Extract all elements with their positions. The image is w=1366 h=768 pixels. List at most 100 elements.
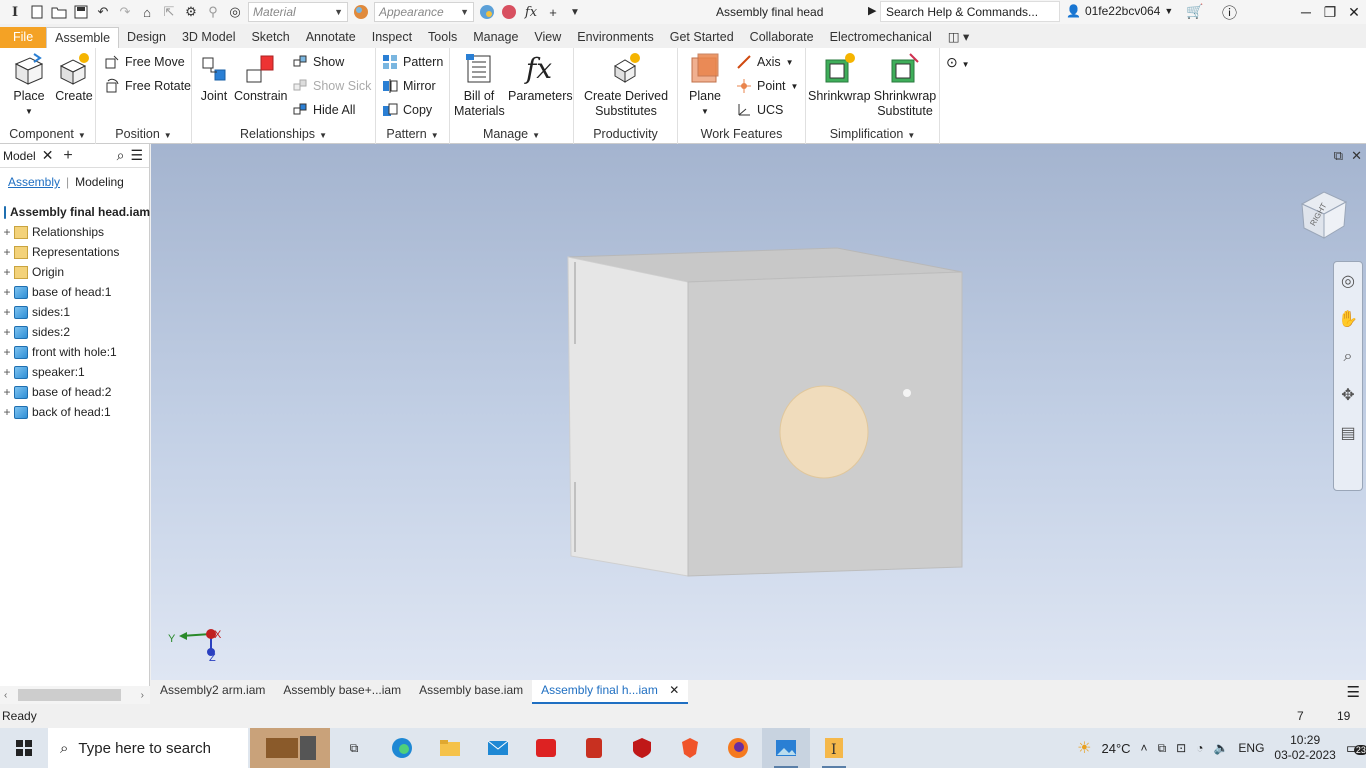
axis-button[interactable]: Axis ▼ bbox=[736, 52, 794, 72]
ucs-button[interactable]: UCS bbox=[736, 100, 783, 120]
open-folder-icon[interactable] bbox=[50, 3, 68, 21]
notification-icon[interactable]: ▭ 23 bbox=[1346, 739, 1366, 757]
menu-icon[interactable]: ☰ bbox=[130, 147, 143, 164]
expand-icon[interactable]: + bbox=[0, 245, 14, 259]
place-button[interactable]: Place ▼ bbox=[8, 52, 50, 119]
windows-start-icon[interactable] bbox=[0, 728, 48, 768]
doc-tab[interactable]: Assembly base.iam bbox=[410, 680, 532, 704]
point-button[interactable]: Point ▼ bbox=[736, 76, 798, 96]
meet-icon[interactable]: ⧉ bbox=[1158, 741, 1167, 756]
tab-tools[interactable]: Tools bbox=[420, 27, 465, 48]
plane-button[interactable]: Plane ▼ bbox=[686, 52, 724, 119]
constrain-button[interactable]: Constrain bbox=[234, 52, 288, 104]
tree-root[interactable]: Assembly final head.iam bbox=[0, 202, 150, 222]
scroll-right-icon[interactable]: › bbox=[141, 690, 144, 701]
shrinkwrap-substitute-button[interactable]: Shrinkwrap Substitute bbox=[872, 52, 938, 119]
file-explorer-icon[interactable] bbox=[426, 728, 474, 768]
update-icon[interactable]: ⚙ bbox=[182, 3, 200, 21]
cart-icon[interactable]: 🛒 bbox=[1186, 3, 1203, 20]
calculator-app-icon[interactable] bbox=[250, 728, 330, 768]
tab-annotate[interactable]: Annotate bbox=[298, 27, 364, 48]
select-filter-icon[interactable]: ⇱ bbox=[160, 3, 178, 21]
mail-icon[interactable] bbox=[474, 728, 522, 768]
free-move-button[interactable]: Free Move bbox=[104, 52, 185, 72]
zoom-icon[interactable]: ⌕ bbox=[1334, 338, 1362, 376]
red-app-icon[interactable] bbox=[570, 728, 618, 768]
scrollbar-thumb[interactable] bbox=[18, 689, 121, 701]
expand-icon[interactable]: + bbox=[0, 385, 14, 399]
expand-icon[interactable]: + bbox=[0, 405, 14, 419]
tab-inspect[interactable]: Inspect bbox=[364, 27, 420, 48]
chevron-right-icon[interactable]: ▶ bbox=[868, 4, 876, 17]
ribbon-options-icon[interactable]: ◫ ▾ bbox=[940, 27, 978, 48]
tab-file[interactable]: File bbox=[0, 27, 47, 48]
close-icon[interactable]: ✕ bbox=[42, 147, 54, 164]
show-sick-button[interactable]: Show Sick bbox=[292, 76, 371, 96]
expand-icon[interactable]: + bbox=[0, 365, 14, 379]
minimize-icon[interactable]: ─ bbox=[1294, 0, 1318, 24]
scroll-left-icon[interactable]: ‹ bbox=[4, 690, 7, 701]
expand-icon[interactable]: + bbox=[0, 345, 14, 359]
expand-icon[interactable]: + bbox=[0, 325, 14, 339]
redo-icon[interactable]: ↷ bbox=[116, 3, 134, 21]
pattern-button[interactable]: Pattern bbox=[382, 52, 443, 72]
tab-assembly[interactable]: Assembly bbox=[8, 175, 60, 189]
expand-icon[interactable]: + bbox=[0, 285, 14, 299]
tree-item[interactable]: + front with hole:1 bbox=[0, 342, 149, 362]
tab-modeling[interactable]: Modeling bbox=[75, 175, 124, 189]
tab-design[interactable]: Design bbox=[119, 27, 174, 48]
group-label-manage[interactable]: Manage ▼ bbox=[450, 127, 573, 141]
show-button[interactable]: Show bbox=[292, 52, 344, 72]
language-indicator[interactable]: ENG bbox=[1238, 741, 1264, 755]
help-search-input[interactable]: Search Help & Commands... bbox=[880, 1, 1060, 22]
tree-item[interactable]: + Representations bbox=[0, 242, 149, 262]
clear-appearance-icon[interactable] bbox=[478, 3, 496, 21]
brave-browser-icon[interactable] bbox=[666, 728, 714, 768]
user-account[interactable]: 👤 01fe22bcv064 ▼ bbox=[1066, 4, 1173, 18]
adaptive-icon[interactable]: ⚲ bbox=[204, 3, 222, 21]
mirror-button[interactable]: Mirror bbox=[382, 76, 436, 96]
create-derived-substitutes-button[interactable]: Create Derived Substitutes bbox=[580, 52, 672, 119]
home-icon[interactable]: ⌂ bbox=[138, 3, 156, 21]
group-label-simplification[interactable]: Simplification ▼ bbox=[806, 127, 939, 141]
tree-item[interactable]: + sides:2 bbox=[0, 322, 149, 342]
volume-icon[interactable]: 🔈 bbox=[1213, 741, 1228, 755]
tab-get-started[interactable]: Get Started bbox=[662, 27, 742, 48]
expand-icon[interactable]: + bbox=[0, 225, 14, 239]
tab-view[interactable]: View bbox=[526, 27, 569, 48]
undo-icon[interactable]: ↶ bbox=[94, 3, 112, 21]
doc-tab-active[interactable]: Assembly final h...iam ✕ bbox=[532, 680, 689, 704]
reader-app-icon[interactable] bbox=[522, 728, 570, 768]
tab-assemble[interactable]: Assemble bbox=[46, 27, 120, 48]
tree-item[interactable]: + Relationships bbox=[0, 222, 149, 242]
clock[interactable]: 10:29 03-02-2023 bbox=[1274, 733, 1335, 763]
orbit-icon[interactable]: ✥ bbox=[1334, 376, 1362, 414]
material-combobox[interactable]: Material ▼ bbox=[248, 2, 348, 22]
ribbon-more-dropdown[interactable]: ⊙ ▼ bbox=[946, 54, 970, 71]
close-icon[interactable]: ✕ bbox=[669, 683, 679, 697]
create-button[interactable]: Create bbox=[54, 52, 94, 104]
tab-environments[interactable]: Environments bbox=[569, 27, 661, 48]
edge-browser-icon[interactable] bbox=[378, 728, 426, 768]
weather-temp[interactable]: 24°C bbox=[1102, 741, 1131, 756]
network-app-icon[interactable]: ⊡ bbox=[1176, 741, 1186, 755]
inventor-app-icon[interactable]: I bbox=[810, 728, 858, 768]
hide-all-button[interactable]: Hide All bbox=[292, 100, 355, 120]
customize-dropdown-icon[interactable]: ▼ bbox=[566, 3, 584, 21]
tree-item[interactable]: + back of head:1 bbox=[0, 402, 149, 422]
group-label-relationships[interactable]: Relationships ▼ bbox=[192, 127, 375, 141]
plus-icon[interactable]: + bbox=[63, 147, 72, 165]
appearance-combobox[interactable]: Appearance ▼ bbox=[374, 2, 474, 22]
task-view-icon[interactable]: ⧉ bbox=[330, 728, 378, 768]
adjust-appearance-icon[interactable] bbox=[500, 3, 518, 21]
free-rotate-button[interactable]: Free Rotate bbox=[104, 76, 191, 96]
tab-collaborate[interactable]: Collaborate bbox=[742, 27, 822, 48]
expand-icon[interactable]: + bbox=[0, 305, 14, 319]
shrinkwrap-button[interactable]: Shrinkwrap bbox=[808, 52, 871, 104]
steering-wheel-icon[interactable]: ◎ bbox=[1334, 262, 1362, 300]
doc-tab[interactable]: Assembly2 arm.iam bbox=[151, 680, 274, 704]
wifi-icon[interactable]: ◔ bbox=[1196, 741, 1203, 755]
tab-electromechanical[interactable]: Electromechanical bbox=[822, 27, 940, 48]
fx-parameters-icon[interactable]: fx bbox=[522, 3, 540, 21]
tree-item[interactable]: + sides:1 bbox=[0, 302, 149, 322]
